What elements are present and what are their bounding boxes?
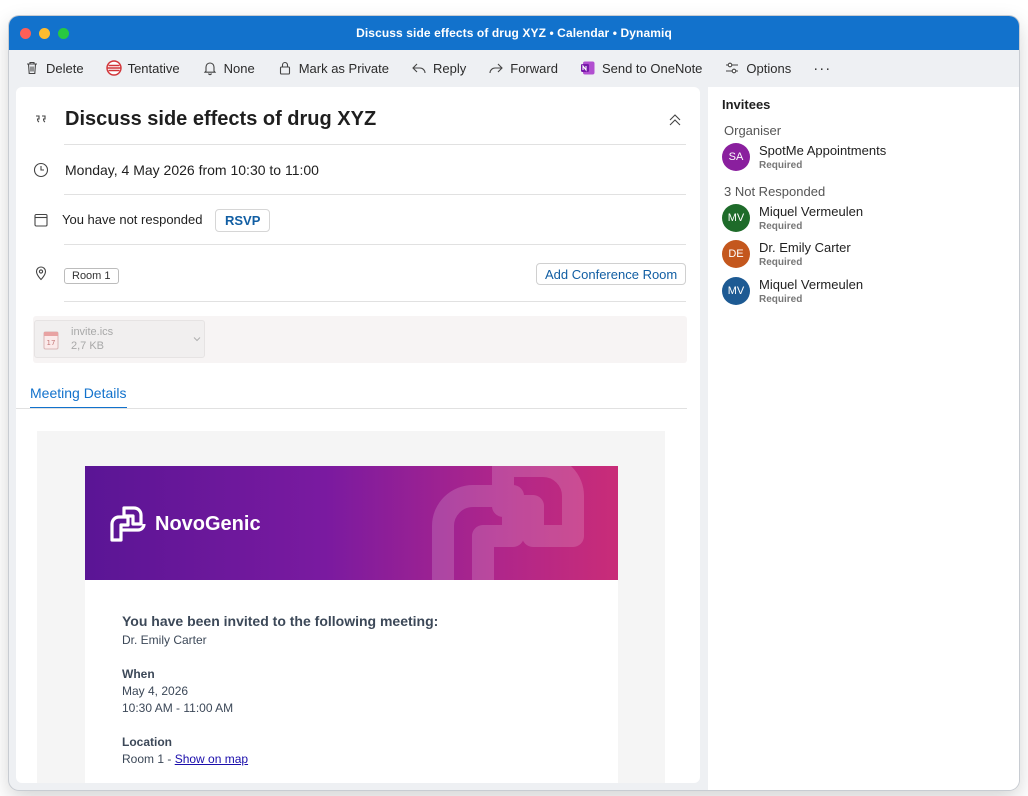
forward-label: Forward bbox=[510, 60, 558, 76]
calendar-icon bbox=[34, 213, 48, 227]
none-reminder-button[interactable]: None bbox=[202, 54, 265, 82]
toolbar: Delete Tentative None Mark as Private Re… bbox=[9, 50, 1019, 86]
invitee-role: Required bbox=[759, 257, 803, 268]
collapse-chevron-icon[interactable] bbox=[667, 112, 683, 128]
invitee-item[interactable]: MV Miquel Vermeulen Required bbox=[722, 277, 1012, 309]
sliders-icon bbox=[726, 62, 739, 74]
invitee-name: Miquel Vermeulen bbox=[759, 277, 864, 292]
invitation-content: You have been invited to the following m… bbox=[85, 580, 618, 783]
delete-label: Delete bbox=[46, 60, 84, 76]
invitee-item[interactable]: DE Dr. Emily Carter Required bbox=[722, 240, 1012, 272]
location-label: Location bbox=[122, 735, 172, 749]
attachment-name: invite.ics bbox=[71, 326, 114, 338]
svg-text:17: 17 bbox=[47, 339, 56, 347]
invitees-pane: Invitees Organiser SA SpotMe Appointment… bbox=[708, 87, 1019, 790]
add-conference-room-button[interactable]: Add Conference Room bbox=[536, 263, 687, 285]
divider bbox=[64, 194, 686, 195]
invitee-role: Required bbox=[759, 160, 803, 171]
location-text: Room 1 - bbox=[122, 752, 175, 766]
title-bar: Discuss side effects of drug XYZ • Calen… bbox=[9, 16, 1019, 50]
minimize-window-button[interactable] bbox=[39, 28, 50, 39]
brand-name: NovoGenic bbox=[155, 513, 261, 535]
when-label: When bbox=[122, 667, 155, 681]
divider bbox=[64, 301, 686, 302]
not-responded-label: 3 Not Responded bbox=[724, 184, 826, 199]
show-on-map-link[interactable]: Show on map bbox=[175, 752, 248, 766]
avatar: MV bbox=[722, 277, 750, 305]
trash-icon bbox=[27, 61, 37, 75]
event-subject: Discuss side effects of drug XYZ bbox=[65, 108, 377, 130]
onenote-icon bbox=[580, 61, 595, 75]
options-label: Options bbox=[746, 60, 792, 76]
forward-icon bbox=[489, 63, 504, 74]
invitee-name: Dr. Emily Carter bbox=[759, 240, 851, 255]
invitee-item[interactable]: MV Miquel Vermeulen Required bbox=[722, 204, 1012, 236]
app-window: Discuss side effects of drug XYZ • Calen… bbox=[9, 16, 1019, 790]
organiser-label: Organiser bbox=[724, 123, 782, 138]
reply-label: Reply bbox=[433, 60, 467, 76]
window-controls bbox=[20, 28, 69, 39]
lock-icon bbox=[279, 61, 290, 75]
invitation-time: 10:30 AM - 11:00 AM bbox=[122, 701, 234, 715]
calendar-file-icon: 17 bbox=[43, 331, 59, 350]
divider bbox=[64, 144, 686, 145]
more-options-button[interactable]: ··· bbox=[813, 60, 831, 77]
reply-icon bbox=[412, 63, 426, 74]
divider bbox=[64, 244, 686, 245]
invitee-item[interactable]: SA SpotMe Appointments Required bbox=[722, 143, 1012, 175]
invitation-date: May 4, 2026 bbox=[122, 684, 189, 698]
tentative-icon bbox=[105, 60, 122, 76]
none-label: None bbox=[223, 60, 255, 76]
invitee-name: Miquel Vermeulen bbox=[759, 204, 864, 219]
novogenic-logo-icon bbox=[110, 506, 146, 542]
invitation-host: Dr. Emily Carter bbox=[122, 633, 207, 647]
reply-button[interactable]: Reply bbox=[411, 54, 476, 82]
avatar: SA bbox=[722, 143, 750, 171]
rsvp-button[interactable]: RSVP bbox=[215, 209, 271, 232]
mark-private-label: Mark as Private bbox=[298, 60, 390, 76]
tentative-label: Tentative bbox=[127, 60, 180, 76]
location-pin-icon bbox=[35, 266, 47, 281]
attachment-card[interactable]: 17 invite.ics 2,7 KB bbox=[34, 320, 205, 358]
event-datetime: Monday, 4 May 2026 from 10:30 to 11:00 bbox=[65, 162, 319, 178]
delete-button[interactable]: Delete bbox=[24, 54, 94, 82]
send-onenote-label: Send to OneNote bbox=[601, 60, 703, 76]
chevron-down-icon[interactable] bbox=[193, 335, 201, 343]
invitee-name: SpotMe Appointments bbox=[759, 143, 887, 158]
attachments-bar: 17 invite.ics 2,7 KB bbox=[33, 316, 687, 363]
logo-watermark-icon bbox=[432, 466, 584, 580]
avatar: DE bbox=[722, 240, 750, 268]
tab-meeting-details[interactable]: Meeting Details bbox=[30, 385, 127, 409]
attachment-size: 2,7 KB bbox=[71, 340, 105, 352]
options-button[interactable]: Options bbox=[724, 54, 801, 82]
email-body-frame: NovoGenic You have been invited to the f… bbox=[37, 431, 665, 783]
tab-divider bbox=[16, 408, 687, 409]
invitation-location: Room 1 - Show on map bbox=[122, 752, 248, 766]
forward-button[interactable]: Forward bbox=[488, 54, 568, 82]
response-status: You have not responded bbox=[62, 212, 203, 227]
window-title: Discuss side effects of drug XYZ • Calen… bbox=[356, 26, 672, 40]
tentative-button[interactable]: Tentative bbox=[105, 54, 190, 82]
clock-icon bbox=[33, 162, 49, 178]
invitee-role: Required bbox=[759, 294, 803, 305]
zoom-window-button[interactable] bbox=[58, 28, 69, 39]
location-chip[interactable]: Room 1 bbox=[64, 268, 119, 284]
invitee-role: Required bbox=[759, 221, 803, 232]
avatar: MV bbox=[722, 204, 750, 232]
bell-icon bbox=[203, 62, 216, 76]
mark-private-button[interactable]: Mark as Private bbox=[277, 54, 399, 82]
send-onenote-button[interactable]: Send to OneNote bbox=[580, 54, 712, 82]
brand-banner: NovoGenic bbox=[85, 466, 618, 580]
close-window-button[interactable] bbox=[20, 28, 31, 39]
event-detail-pane: Discuss side effects of drug XYZ Monday,… bbox=[16, 87, 700, 783]
quote-icon bbox=[36, 115, 46, 123]
invitation-heading: You have been invited to the following m… bbox=[122, 613, 439, 629]
invitees-title: Invitees bbox=[722, 97, 771, 112]
